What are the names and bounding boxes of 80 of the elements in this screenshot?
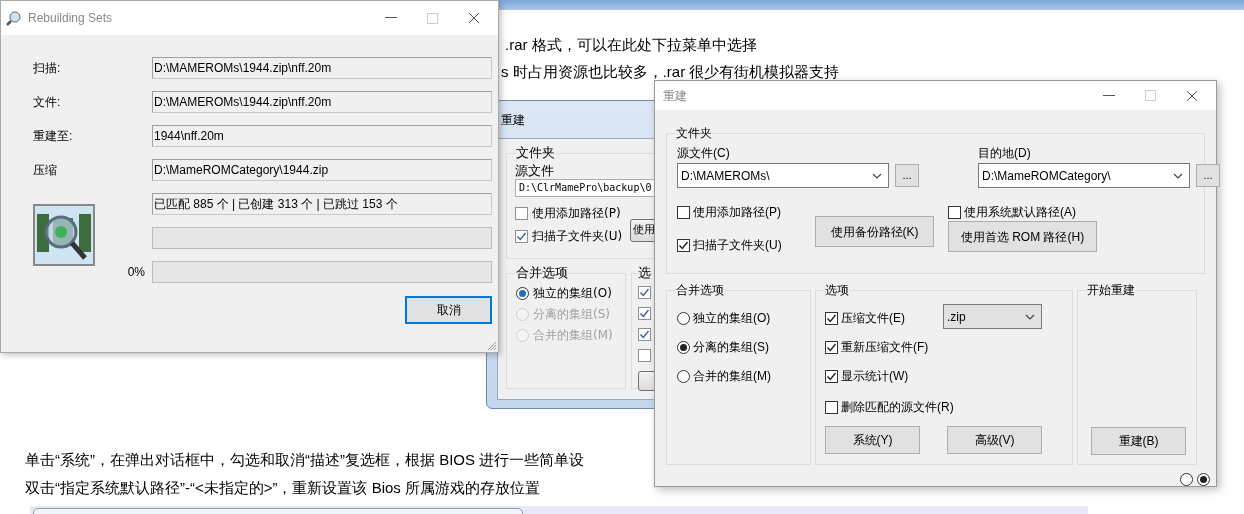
radio-label: 合并的集组(M) <box>533 328 613 342</box>
field-label: 文件: <box>33 94 62 111</box>
checkbox-label: 显示统计(W) <box>841 369 909 383</box>
radio-button[interactable] <box>677 369 690 383</box>
stats-field: 已匹配 885 个 | 已创建 313 个 | 已跳过 153 个 <box>152 193 492 215</box>
group-title: 文件夹 <box>675 125 713 141</box>
minimize-icon[interactable] <box>1103 94 1115 97</box>
article-paragraph: .rar 格式，可以在此处下拉菜单中选择 <box>505 36 758 53</box>
dropdown[interactable]: D:\MAMEROMs\ <box>677 163 889 188</box>
chevron-down-icon <box>872 172 882 179</box>
radio-button[interactable] <box>516 286 529 300</box>
read-only-field: D:\MameROMCategory\1944.zip <box>152 159 492 181</box>
checkbox-label: 扫描子文件夹(U) <box>532 229 624 243</box>
group-title: 合并选项 <box>515 265 569 281</box>
article-paragraph: 双击“指定系统默认路径”-“<未指定的>”，重新设置该 Bios 所属游戏的存放位置 <box>25 478 541 497</box>
checkbox[interactable] <box>638 328 651 341</box>
checkbox-label: 压缩文件(E) <box>841 311 905 325</box>
button[interactable]: 系统(Y) <box>825 426 920 454</box>
close-icon[interactable] <box>1186 89 1198 102</box>
button[interactable]: 重建(B) <box>1091 427 1186 455</box>
read-only-field: D:\MAMEROMs\1944.zip\nff.20m <box>152 57 492 79</box>
group-title: 合并选项 <box>675 282 725 298</box>
radio-button[interactable] <box>677 311 690 325</box>
checkbox[interactable] <box>515 206 528 220</box>
browse-button[interactable]: ... <box>895 164 919 187</box>
radio-button[interactable] <box>677 340 690 354</box>
checkbox[interactable] <box>677 205 690 219</box>
checkbox-label: 使用系统默认路径(A) <box>964 205 1076 219</box>
group-title: 开始重建 <box>1086 282 1136 298</box>
group-title: 选 <box>637 265 652 281</box>
page-dot[interactable] <box>1197 473 1210 486</box>
checkbox[interactable] <box>825 311 838 325</box>
resize-grip-icon[interactable] <box>487 341 497 351</box>
button[interactable]: 使用备份路径(K) <box>815 216 934 247</box>
cancel-button[interactable]: 取消 <box>405 296 492 324</box>
checkbox-label: 重新压缩文件(F) <box>841 340 929 354</box>
browse-button[interactable]: ... <box>1196 164 1220 187</box>
checkbox[interactable] <box>825 369 838 383</box>
radio-label: 合并的集组(M) <box>693 369 771 383</box>
chevron-down-icon <box>1173 172 1183 179</box>
checkbox-label: 使用添加路径(P) <box>693 205 781 219</box>
radio-label: 独立的集组(O) <box>533 286 612 300</box>
radio-label: 分离的集组(S) <box>693 340 769 354</box>
checkbox-label: 扫描子文件夹(U) <box>693 238 782 252</box>
field-label: 扫描: <box>33 60 62 77</box>
checkbox[interactable] <box>638 286 651 299</box>
field-label: 重建至: <box>33 128 74 145</box>
minimize-icon[interactable] <box>385 17 397 19</box>
field-label: 目的地(D) <box>978 146 1032 160</box>
checkbox[interactable] <box>825 340 838 354</box>
dropdown[interactable]: D:\MameROMCategory\ <box>978 163 1190 188</box>
checkbox[interactable] <box>948 205 961 219</box>
checkbox-label: 删除匹配的源文件(R) <box>841 400 954 414</box>
article-paragraph: 单击“系统”，在弹出对话框中，勾选和取消“描述”复选框，根据 BIOS 进行一些简单设 <box>25 450 585 469</box>
button[interactable]: 高级(V) <box>947 426 1042 454</box>
read-only-field: D:\MAMEROMs\1944.zip\nff.20m <box>152 91 492 113</box>
field-label: 源文件(C) <box>677 146 731 160</box>
close-icon[interactable] <box>468 12 480 24</box>
percent-label: 0% <box>126 264 146 281</box>
radio-label: 分离的集组(S) <box>533 307 610 321</box>
field-label: 源文件 <box>515 163 555 178</box>
checkbox-label: 使用添加路径(P) <box>532 206 622 220</box>
group-title: 文件夹 <box>515 145 556 161</box>
checkbox[interactable] <box>825 400 838 414</box>
checkbox[interactable] <box>638 307 651 320</box>
checkbox[interactable] <box>677 238 690 252</box>
dropdown[interactable]: .zip <box>943 304 1042 329</box>
window-title: Rebuilding Sets <box>28 10 113 27</box>
field-label: 压缩 <box>33 162 58 179</box>
chevron-down-icon <box>1025 313 1035 320</box>
article-paragraph: s 时占用资源也比较多，.rar 很少有街机模拟器支持 <box>501 63 840 80</box>
read-only-field: 1944\nff.20m <box>152 125 492 147</box>
window-title: 重建 <box>501 111 525 129</box>
radio-label: 独立的集组(O) <box>693 311 771 325</box>
magnifier-icon <box>6 10 22 26</box>
button[interactable]: 使用首选 ROM 路径(H) <box>948 221 1097 252</box>
checkbox[interactable] <box>515 229 528 243</box>
group-title: 选项 <box>824 282 850 298</box>
window-title: 重建 <box>663 87 687 105</box>
checkbox[interactable] <box>638 349 651 362</box>
